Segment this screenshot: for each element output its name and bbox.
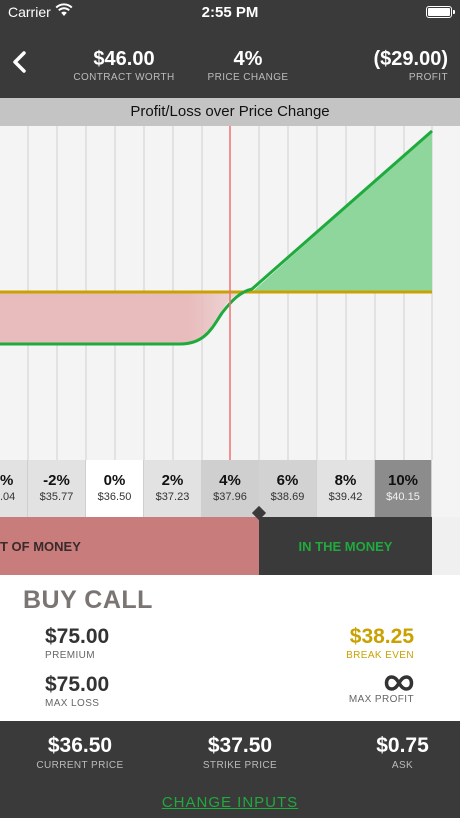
- break-even-value: $38.25: [349, 625, 414, 648]
- chart-title: Profit/Loss over Price Change: [0, 98, 460, 126]
- in-the-money-zone: IN THE MONEY: [259, 517, 432, 575]
- scale-cell-2[interactable]: 2% $37.23: [144, 460, 202, 517]
- premium-value: $75.00: [45, 625, 110, 648]
- scale-cell-6[interactable]: 6% $38.69: [259, 460, 317, 517]
- ask: $0.75 ASK: [340, 734, 460, 771]
- scale-price: $39.42: [328, 491, 363, 503]
- scale-cell-8[interactable]: 8% $39.42: [317, 460, 375, 517]
- scale-cell-minus4[interactable]: % .04: [0, 460, 28, 517]
- strike-price-label: STRIKE PRICE: [202, 760, 278, 771]
- max-loss: $75.00 MAX LOSS: [45, 673, 109, 709]
- loss-area: [0, 292, 252, 344]
- price-change-value: 4%: [233, 48, 263, 70]
- ask-value: $0.75: [376, 734, 429, 757]
- contract-worth-label: CONTRACT WORTH: [73, 72, 175, 83]
- strategy-card: BUY CALL $75.00 PREMIUM $75.00 MAX LOSS …: [0, 575, 460, 721]
- scale-cell-0[interactable]: 0% $36.50: [86, 460, 144, 517]
- scale-price: $38.69: [270, 491, 305, 503]
- profit-value: ($29.00): [373, 48, 449, 70]
- infinity-icon: [384, 675, 414, 691]
- chart-svg: [0, 126, 433, 460]
- premium: $75.00 PREMIUM: [45, 625, 109, 661]
- price-change-label: PRICE CHANGE: [207, 72, 289, 83]
- out-of-money-zone: T OF MONEY: [0, 517, 259, 575]
- max-loss-label: MAX LOSS: [45, 698, 100, 709]
- scale-pct: 10%: [387, 472, 419, 489]
- status-bar: Carrier 2:55 PM: [0, 0, 460, 26]
- footer: $36.50 CURRENT PRICE $37.50 STRIKE PRICE…: [0, 721, 460, 818]
- scale-pct: 4%: [219, 472, 241, 489]
- current-price: $36.50 CURRENT PRICE: [20, 734, 140, 771]
- profit: ($29.00) PROFIT: [374, 48, 449, 83]
- strike-price-value: $37.50: [207, 734, 273, 757]
- current-price-value: $36.50: [47, 734, 113, 757]
- premium-label: PREMIUM: [45, 650, 96, 661]
- battery-icon: [426, 6, 455, 18]
- scale-pct: 6%: [276, 472, 299, 489]
- current-price-label: CURRENT PRICE: [36, 760, 124, 771]
- max-profit-label: MAX PROFIT: [348, 694, 414, 705]
- break-even-label: BREAK EVEN: [346, 650, 414, 661]
- status-time: 2:55 PM: [201, 4, 259, 21]
- max-profit: MAX PROFIT: [349, 673, 414, 705]
- change-inputs-button[interactable]: CHANGE INPUTS: [0, 794, 460, 811]
- moneyness-bar: T OF MONEY IN THE MONEY: [0, 505, 460, 575]
- scale-price: $37.23: [155, 491, 190, 503]
- max-loss-value: $75.00: [45, 673, 110, 696]
- header: $46.00 CONTRACT WORTH 4% PRICE CHANGE ($…: [0, 26, 460, 98]
- profit-loss-chart[interactable]: [0, 126, 460, 460]
- profit-label: PROFIT: [408, 72, 448, 83]
- scale-price: $40.15: [386, 491, 420, 503]
- scale-price: $37.96: [213, 491, 247, 503]
- ask-label: ASK: [391, 760, 414, 771]
- contract-worth-value: $46.00: [93, 48, 155, 70]
- scale-price: .04: [0, 491, 16, 503]
- scale-pct: %: [0, 472, 14, 489]
- back-chevron-icon[interactable]: [8, 48, 32, 76]
- scale-pct: 2%: [161, 472, 184, 489]
- strike-price: $37.50 STRIKE PRICE: [180, 734, 300, 771]
- price-change-scale: % .04 -2% $35.77 0% $36.50 2% $37.23 4% …: [0, 460, 460, 517]
- scale-gutter: [432, 460, 460, 517]
- price-change: 4% PRICE CHANGE: [196, 48, 300, 83]
- scale-pct: 8%: [334, 472, 357, 489]
- out-of-money-label: T OF MONEY: [0, 539, 81, 554]
- scale-price: $36.50: [97, 491, 132, 503]
- scale-pct: -2%: [43, 472, 70, 489]
- money-gutter: [432, 517, 460, 575]
- in-the-money-label: IN THE MONEY: [298, 539, 393, 554]
- strategy-title: BUY CALL: [23, 586, 153, 614]
- scale-pct: 0%: [103, 472, 126, 489]
- break-even: $38.25 BREAK EVEN: [346, 625, 414, 661]
- contract-worth: $46.00 CONTRACT WORTH: [72, 48, 176, 83]
- scale-price: $35.77: [39, 491, 74, 503]
- scale-cell-minus2[interactable]: -2% $35.77: [28, 460, 86, 517]
- scale-cell-10[interactable]: 10% $40.15: [375, 460, 432, 517]
- scale-cell-4[interactable]: 4% $37.96: [202, 460, 259, 517]
